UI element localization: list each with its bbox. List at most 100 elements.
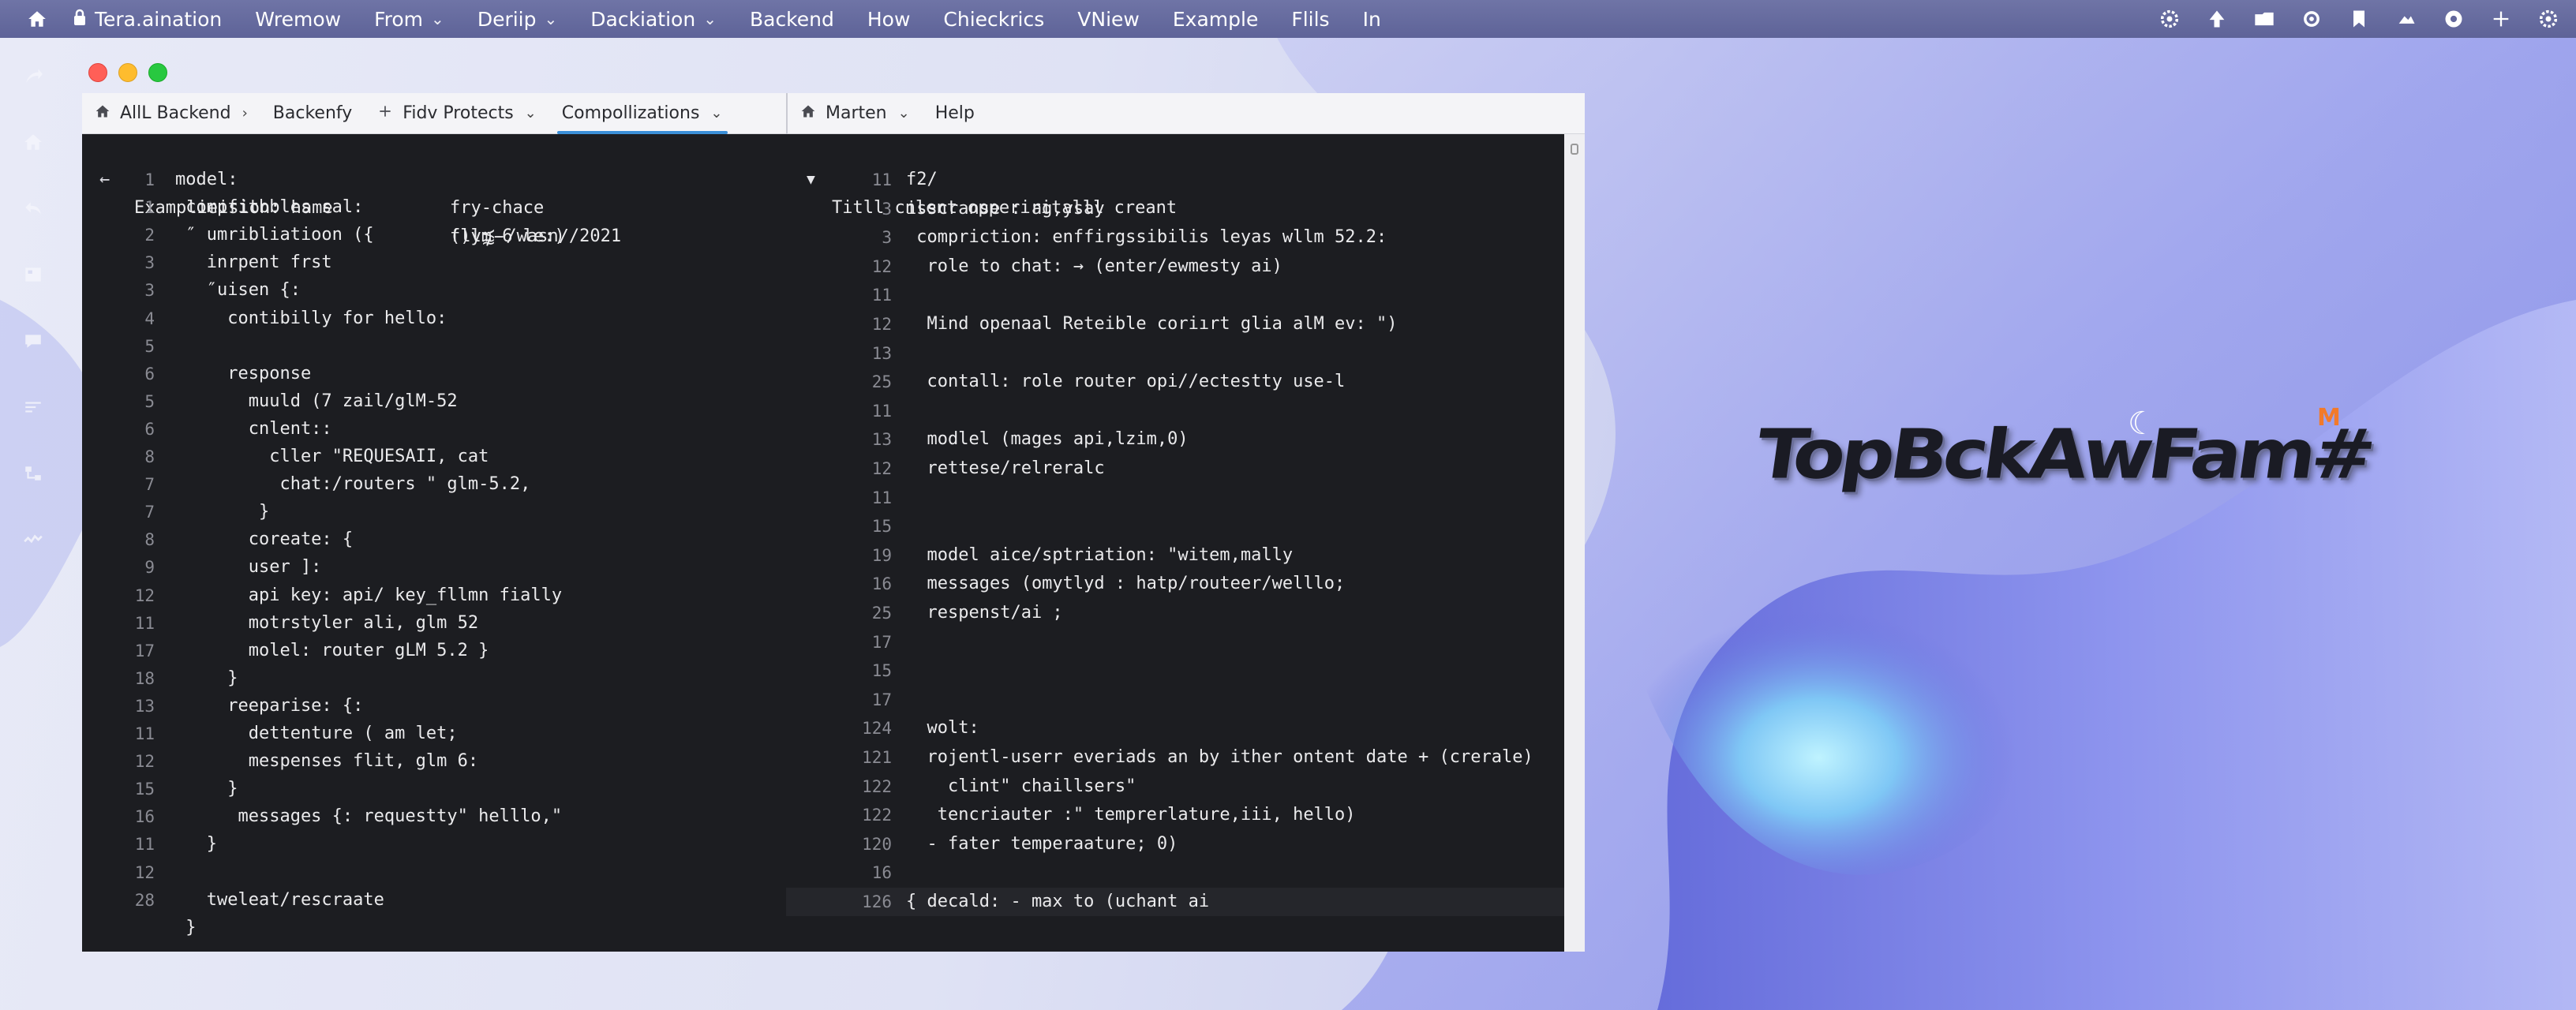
plus-icon[interactable] xyxy=(2489,7,2513,31)
menu-item-2[interactable]: From ⌄ xyxy=(374,8,444,31)
code-line: 12 xyxy=(82,858,786,887)
close-button[interactable] xyxy=(88,63,107,82)
menu-item-7[interactable]: Chieckrics xyxy=(943,8,1044,31)
code-line: 8 coreate: { xyxy=(82,526,786,554)
menu-item-11[interactable]: In xyxy=(1363,8,1381,31)
code-line: 12 mespenses flit, glm 6: xyxy=(82,747,786,776)
code-text: messages (omytlyd : hatp/routeer/welllo; xyxy=(906,574,1346,594)
right-tab-bar: Marten ⌄ Help xyxy=(786,93,1585,134)
code-line: 6 response xyxy=(82,360,786,388)
folder-icon[interactable] xyxy=(2252,7,2276,31)
menu-item-4[interactable]: Dackiation ⌄ xyxy=(590,8,717,31)
line-number: 11 xyxy=(134,613,155,633)
line-number: 126 xyxy=(862,892,892,911)
menu-item-3[interactable]: Deriip ⌄ xyxy=(477,8,557,31)
line-number: 6 xyxy=(144,419,155,439)
code-line: 12 role to chat: → (enter/ewmesty ai) xyxy=(786,252,1564,281)
line-number: 7 xyxy=(144,475,155,495)
settings-icon[interactable] xyxy=(2300,7,2323,31)
tab-label: Help xyxy=(934,103,975,123)
right-editor-pane: Marten ⌄ Help ▼ Titll cnlent opperiritalll… xyxy=(786,93,1585,952)
code-line: 6 cnlent:: xyxy=(82,415,786,443)
code-text: cnlent:: xyxy=(175,418,332,439)
code-text: wolt: xyxy=(906,718,979,739)
line-number: 11 xyxy=(871,401,892,421)
chevron-down-icon: ⌄ xyxy=(703,9,717,28)
gear-alt-icon[interactable] xyxy=(2442,7,2466,31)
line-number: 17 xyxy=(871,690,892,709)
tab-3[interactable]: Compollizations ⌄ xyxy=(549,93,736,134)
menu-item-10[interactable]: Flils xyxy=(1291,8,1329,31)
left-code-area[interactable]: ← Examplieision: hame ()y⪹-/wasn∕/2021 f… xyxy=(82,134,786,952)
line-number: 11 xyxy=(134,724,155,743)
tab-2[interactable]: Fidv Protects ⌄ xyxy=(365,93,549,134)
chat-icon[interactable] xyxy=(17,325,49,357)
tab-0[interactable]: AllL Backend › xyxy=(82,93,260,134)
code-line: 16 messages {: requestty" helllo," xyxy=(82,802,786,831)
menu-item-9[interactable]: Example xyxy=(1173,8,1258,31)
chevron-down-icon: ⌄ xyxy=(544,9,558,28)
line-number: 122 xyxy=(862,806,892,825)
upload-icon[interactable] xyxy=(2205,7,2229,31)
code-line: 7 chat:/routers " glm-5.2, xyxy=(82,470,786,499)
undo-icon[interactable] xyxy=(17,193,49,224)
line-number: 12 xyxy=(871,459,892,478)
tab-0[interactable]: Marten ⌄ xyxy=(788,93,923,134)
wave-icon[interactable] xyxy=(17,524,49,556)
code-line: 3 inrpent frst xyxy=(82,249,786,277)
code-line: 3 isscranse : ag,ysay xyxy=(786,195,1564,223)
cog-icon[interactable] xyxy=(2537,7,2560,31)
line-number: 17 xyxy=(134,641,155,660)
cloud-icon[interactable] xyxy=(2394,7,2418,31)
status-icons xyxy=(2158,0,2560,38)
window-controls xyxy=(88,63,167,82)
cast-icon[interactable] xyxy=(17,391,49,423)
tab-1[interactable]: Help xyxy=(923,93,987,134)
code-text: rettese/relreralc xyxy=(906,458,1105,478)
code-text: } xyxy=(175,917,197,937)
line-number: 25 xyxy=(871,372,892,392)
code-text: } xyxy=(175,668,238,688)
code-text: cller "REQUESAII, cat xyxy=(175,447,489,466)
right-code-area[interactable]: ▼ Titll cnlent opperiritalll creant 11 f2… xyxy=(786,134,1564,952)
minimize-button[interactable] xyxy=(118,63,137,82)
menu-item-5[interactable]: Backend xyxy=(750,8,834,31)
chevron-down-icon: ⌄ xyxy=(431,9,444,28)
menu-item-8[interactable]: VNiew xyxy=(1077,8,1140,31)
code-line: 7 } xyxy=(82,498,786,526)
line-number: 11 xyxy=(134,835,155,855)
tab-label: Compollizations xyxy=(561,103,700,123)
grid-icon[interactable] xyxy=(17,259,49,290)
right-scrollbar[interactable] xyxy=(1564,134,1585,952)
menu-item-1[interactable]: Wremow xyxy=(255,8,341,31)
bookmark-icon[interactable] xyxy=(2347,7,2371,31)
branch-icon[interactable] xyxy=(17,458,49,489)
code-text: model: xyxy=(175,170,238,189)
plus-icon xyxy=(377,103,393,123)
code-text: isscranse : ag,ysay xyxy=(906,198,1105,219)
gear-icon[interactable] xyxy=(2158,7,2181,31)
chevron-down-icon: ⌄ xyxy=(710,105,723,122)
tab-1[interactable]: Backenfy xyxy=(260,93,365,134)
code-line: 16 messages (omytlyd : hatp/routeer/well… xyxy=(786,570,1564,598)
line-number: 16 xyxy=(871,574,892,594)
zoom-button[interactable] xyxy=(148,63,167,82)
tab-label: AllL Backend xyxy=(120,103,231,123)
wallpaper-logo: TopBckAwFam# ☾ M xyxy=(1751,404,2376,499)
menu-item-6[interactable]: How xyxy=(867,8,911,31)
share-icon[interactable] xyxy=(17,60,49,92)
code-text: mespenses flit, glm 6: xyxy=(175,751,479,772)
code-line: 12 Mind openaal Reteible coriırt glia al… xyxy=(786,310,1564,339)
code-text: } xyxy=(175,779,238,799)
line-number: 124 xyxy=(862,719,892,739)
line-number: 8 xyxy=(144,530,155,550)
code-line: 11 xyxy=(786,397,1564,425)
code-line: 17 xyxy=(786,686,1564,714)
home-icon[interactable] xyxy=(17,126,49,158)
line-number: 11 xyxy=(871,170,892,189)
code-line: 120 - fater temperaature; 0) xyxy=(786,830,1564,858)
menu-item-0[interactable]: Tera.aination xyxy=(73,8,222,31)
home-icon[interactable] xyxy=(24,6,51,32)
line-number: 5 xyxy=(144,391,155,411)
code-line: 13 reeparise: {: xyxy=(82,692,786,720)
